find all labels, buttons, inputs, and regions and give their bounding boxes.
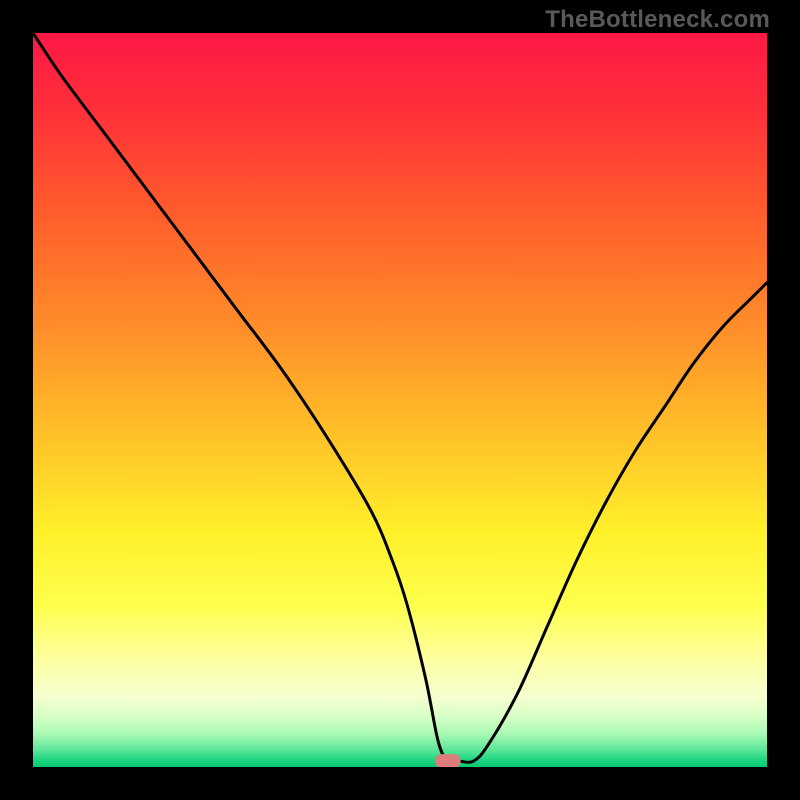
optimal-marker <box>435 754 461 767</box>
bottleneck-chart <box>33 33 767 767</box>
chart-background <box>33 33 767 767</box>
watermark-text: TheBottleneck.com <box>545 6 770 34</box>
chart-container: TheBottleneck.com <box>0 0 800 800</box>
